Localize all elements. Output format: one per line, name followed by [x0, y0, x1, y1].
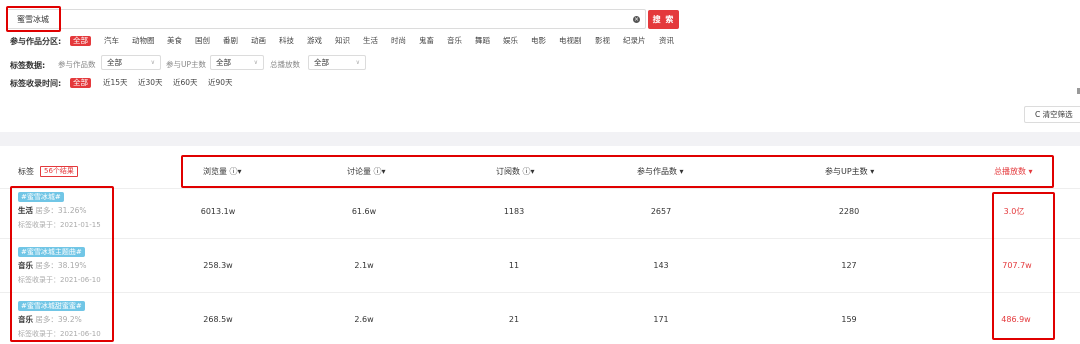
time-option[interactable]: 全部: [70, 78, 91, 88]
category-option[interactable]: 知识: [335, 36, 350, 46]
category-option[interactable]: 影视: [595, 36, 610, 46]
category-option[interactable]: 全部: [70, 36, 91, 46]
tags-highlight-box: [10, 186, 114, 342]
time-option[interactable]: 近90天: [208, 78, 233, 88]
subscriptions-cell: 21: [508, 315, 520, 324]
plays-filter-label: 总播放数: [270, 60, 300, 69]
result-count-badge: 56个结果: [40, 166, 78, 177]
category-option[interactable]: 资讯: [659, 36, 674, 46]
discussions-cell: 2.6w: [354, 315, 374, 324]
category-option[interactable]: 娱乐: [503, 36, 518, 46]
category-option[interactable]: 美食: [167, 36, 182, 46]
category-option[interactable]: 电视剧: [559, 36, 582, 46]
clear-input-icon[interactable]: ×: [633, 16, 640, 23]
tag-column-header: 标签: [18, 167, 34, 176]
views-cell: 268.5w: [203, 315, 233, 324]
search-box[interactable]: [6, 9, 646, 29]
category-option[interactable]: 游戏: [307, 36, 322, 46]
category-option[interactable]: 鬼畜: [419, 36, 434, 46]
time-option[interactable]: 近30天: [138, 78, 163, 88]
category-option[interactable]: 科技: [279, 36, 294, 46]
data-filter-label: 标签数据:: [10, 61, 46, 70]
section-divider: [0, 132, 1080, 146]
plays-highlight-box: [992, 192, 1055, 340]
time-option[interactable]: 近15天: [103, 78, 128, 88]
plays-filter-select[interactable]: 全部 ∨: [308, 55, 366, 70]
time-option[interactable]: 近60天: [173, 78, 198, 88]
uploaders-filter-select[interactable]: 全部 ∨: [210, 55, 264, 70]
works-cell: 171: [653, 315, 669, 324]
time-filter-label: 标签收录时间:: [10, 79, 62, 88]
uploaders-cell: 127: [841, 261, 857, 270]
category-option[interactable]: 动物圈: [132, 36, 155, 46]
metrics-header-highlight-box: [181, 155, 1054, 188]
category-option[interactable]: 汽车: [104, 36, 119, 46]
category-option[interactable]: 动画: [251, 36, 266, 46]
row-divider: [0, 292, 1080, 293]
chevron-down-icon: ∨: [355, 59, 360, 66]
uploaders-cell: 159: [841, 315, 857, 324]
works-cell: 2657: [650, 207, 672, 216]
views-cell: 258.3w: [203, 261, 233, 270]
uploaders-filter-value: 全部: [216, 58, 231, 67]
subscriptions-cell: 1183: [503, 207, 525, 216]
category-option[interactable]: 生活: [363, 36, 378, 46]
reset-filters-button[interactable]: C 清空筛选: [1024, 106, 1080, 123]
search-input[interactable]: [17, 13, 617, 25]
search-button[interactable]: 搜 索: [648, 10, 679, 29]
search-highlight-box: [6, 6, 61, 32]
uploaders-cell: 2280: [838, 207, 860, 216]
uploaders-filter-label: 参与UP主数: [166, 60, 207, 69]
category-option[interactable]: 电影: [531, 36, 546, 46]
category-option[interactable]: 舞蹈: [475, 36, 490, 46]
category-option[interactable]: 时尚: [391, 36, 406, 46]
row-divider: [0, 238, 1080, 239]
category-option[interactable]: 番剧: [223, 36, 238, 46]
subscriptions-cell: 11: [508, 261, 520, 270]
discussions-cell: 61.6w: [351, 207, 377, 216]
chevron-down-icon: ∨: [150, 59, 155, 66]
works-filter-value: 全部: [107, 58, 122, 67]
category-option[interactable]: 音乐: [447, 36, 462, 46]
chevron-down-icon: ∨: [253, 59, 258, 66]
plays-filter-value: 全部: [314, 58, 329, 67]
category-option[interactable]: 纪录片: [623, 36, 646, 46]
views-cell: 6013.1w: [200, 207, 236, 216]
category-option[interactable]: 国创: [195, 36, 210, 46]
works-filter-select[interactable]: 全部 ∨: [101, 55, 161, 70]
works-filter-label: 参与作品数: [58, 60, 96, 69]
works-cell: 143: [653, 261, 669, 270]
category-filter-label: 参与作品分区:: [10, 37, 62, 46]
discussions-cell: 2.1w: [354, 261, 374, 270]
